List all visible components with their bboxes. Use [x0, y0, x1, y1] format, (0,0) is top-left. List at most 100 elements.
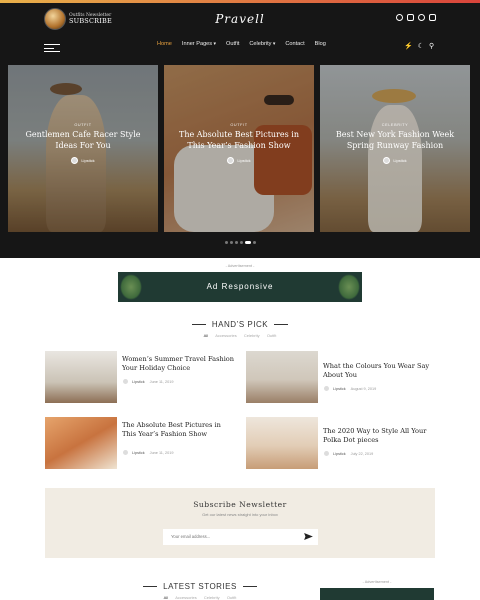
post-meta: Lipstick June 11, 2019 — [122, 449, 237, 456]
newsletter-subtitle: Get our latest news straight into your i… — [202, 512, 278, 517]
slide-title[interactable]: Gentlemen Cafe Racer Style Ideas For You — [8, 127, 158, 151]
filter-outfit[interactable]: Outfit — [227, 595, 237, 600]
post-info: Women’s Summer Travel Fashion Your Holid… — [122, 355, 237, 385]
author-name[interactable]: Lipstick — [333, 452, 346, 456]
newsletter-subscribe-badge[interactable]: Outfits Newsletter SUBSCRIBE — [44, 8, 114, 30]
post-thumbnail[interactable] — [45, 417, 117, 469]
filter-all[interactable]: All — [164, 595, 168, 600]
slide-caption: Celebrity Best New York Fashion Week Spr… — [320, 123, 470, 169]
author-name[interactable]: Lipstick — [333, 387, 346, 391]
post-title[interactable]: Women’s Summer Travel Fashion Your Holid… — [122, 355, 237, 373]
author-name[interactable]: Lipstick — [81, 158, 94, 163]
author-avatar — [122, 378, 129, 385]
post-card[interactable]: What the Colours You Wear Say About You … — [246, 351, 436, 405]
author-name[interactable]: Lipstick — [237, 158, 250, 163]
slide-author[interactable]: Lipstick — [383, 157, 407, 164]
author-avatar — [71, 157, 79, 164]
nav-menu: Home Inner Pages Outfit Celebrity Contac… — [157, 41, 326, 47]
filter-all[interactable]: All — [204, 333, 208, 338]
nav-item-home[interactable]: Home — [157, 41, 172, 47]
ad-banner-text: Ad Responsive — [206, 282, 274, 291]
slide[interactable]: Outfit Gentlemen Cafe Racer Style Ideas … — [8, 65, 158, 232]
slide-category[interactable]: Outfit — [8, 123, 158, 127]
sidebar-ad[interactable] — [320, 588, 434, 600]
author-avatar — [383, 157, 391, 164]
leaf-decoration — [120, 274, 142, 300]
ad-banner[interactable]: Ad Responsive — [118, 272, 362, 302]
post-meta: Lipstick August 9, 2019 — [323, 385, 438, 392]
slider-dot[interactable] — [225, 241, 228, 244]
whatsapp-icon[interactable] — [418, 14, 425, 21]
latest-stories-title: LATEST STORIES — [120, 582, 280, 591]
bookmark-icon[interactable] — [429, 14, 436, 21]
author-avatar — [323, 450, 330, 457]
pinterest-icon[interactable] — [396, 14, 403, 21]
author-name[interactable]: Lipstick — [132, 451, 145, 455]
author-name[interactable]: Lipstick — [132, 380, 145, 384]
hamburger-menu-icon[interactable] — [44, 44, 60, 52]
site-logo[interactable]: Pravell — [210, 8, 270, 30]
slide-author[interactable]: Lipstick — [71, 157, 95, 164]
slider-dot[interactable] — [240, 241, 243, 244]
send-icon[interactable] — [304, 533, 313, 540]
author-avatar — [227, 157, 235, 164]
slider-dot[interactable] — [230, 241, 233, 244]
post-title[interactable]: What the Colours You Wear Say About You — [323, 362, 438, 380]
post-info: The 2020 Way to Style All Your Polka Dot… — [323, 421, 438, 457]
nav-item-inner-pages[interactable]: Inner Pages — [182, 41, 216, 47]
filter-accessories[interactable]: Accessories — [175, 595, 197, 600]
slide-author[interactable]: Lipstick — [227, 157, 251, 164]
post-info: The Absolute Best Pictures in This Year’… — [122, 421, 237, 456]
post-title[interactable]: The Absolute Best Pictures in This Year’… — [122, 421, 237, 439]
post-meta: Lipstick July 22, 2019 — [323, 450, 438, 457]
bolt-icon[interactable]: ⚡ — [404, 42, 413, 50]
nav-item-outfit[interactable]: Outfit — [226, 41, 239, 47]
nav-item-contact[interactable]: Contact — [285, 41, 304, 47]
email-field[interactable] — [171, 529, 291, 545]
slide-caption: Outfit Gentlemen Cafe Racer Style Ideas … — [8, 123, 158, 169]
slide-category[interactable]: Celebrity — [320, 123, 470, 127]
post-card[interactable]: The Absolute Best Pictures in This Year’… — [45, 417, 235, 471]
instagram-icon[interactable] — [407, 14, 414, 21]
featured-slider: Outfit Gentlemen Cafe Racer Style Ideas … — [8, 65, 470, 232]
filter-accessories[interactable]: Accessories — [215, 333, 237, 338]
post-date: June 11, 2019 — [149, 379, 174, 384]
post-card[interactable]: The 2020 Way to Style All Your Polka Dot… — [246, 417, 436, 471]
post-date: August 9, 2019 — [350, 386, 377, 391]
filter-celebrity[interactable]: Celebrity — [244, 333, 260, 338]
advertisement-label: - Advertisement - — [225, 264, 255, 268]
slide[interactable]: Outfit The Absolute Best Pictures in Thi… — [164, 65, 314, 232]
post-thumbnail[interactable] — [246, 417, 318, 469]
site-header: Outfits Newsletter SUBSCRIBE Pravell Hom… — [0, 0, 480, 258]
latest-stories-filters: All Accessories Celebrity Outfit — [120, 595, 280, 600]
post-info: What the Colours You Wear Say About You … — [323, 355, 438, 392]
filter-celebrity[interactable]: Celebrity — [204, 595, 220, 600]
post-card[interactable]: Women’s Summer Travel Fashion Your Holid… — [45, 351, 235, 405]
filter-outfit[interactable]: Outfit — [267, 333, 277, 338]
slider-dot[interactable] — [245, 241, 251, 244]
slide[interactable]: Celebrity Best New York Fashion Week Spr… — [320, 65, 470, 232]
nav-item-celebrity[interactable]: Celebrity — [249, 41, 275, 47]
post-meta: Lipstick June 11, 2019 — [122, 378, 237, 385]
search-icon[interactable]: ⚲ — [429, 42, 434, 50]
main-navigation: Home Inner Pages Outfit Celebrity Contac… — [0, 38, 480, 56]
post-thumbnail[interactable] — [246, 351, 318, 403]
leaf-decoration — [338, 274, 360, 300]
author-name[interactable]: Lipstick — [393, 158, 406, 163]
post-date: July 22, 2019 — [350, 451, 374, 456]
newsletter-title: Subscribe Newsletter — [193, 500, 287, 509]
post-thumbnail[interactable] — [45, 351, 117, 403]
newsletter-text: Outfits Newsletter SUBSCRIBE — [69, 13, 112, 25]
slide-category[interactable]: Outfit — [164, 123, 314, 127]
slider-dot[interactable] — [253, 241, 256, 244]
moon-icon[interactable]: ☾ — [418, 42, 424, 50]
header-accent-bar — [0, 0, 480, 3]
slide-title[interactable]: Best New York Fashion Week Spring Runway… — [320, 127, 470, 151]
slide-title[interactable]: The Absolute Best Pictures in This Year’… — [164, 127, 314, 151]
newsletter-subscribe-label[interactable]: SUBSCRIBE — [69, 18, 112, 25]
post-title[interactable]: The 2020 Way to Style All Your Polka Dot… — [323, 427, 438, 445]
slider-dot[interactable] — [235, 241, 238, 244]
slide-caption: Outfit The Absolute Best Pictures in Thi… — [164, 123, 314, 169]
nav-tools: ⚡ ☾ ⚲ — [404, 42, 434, 50]
nav-item-blog[interactable]: Blog — [315, 41, 326, 47]
